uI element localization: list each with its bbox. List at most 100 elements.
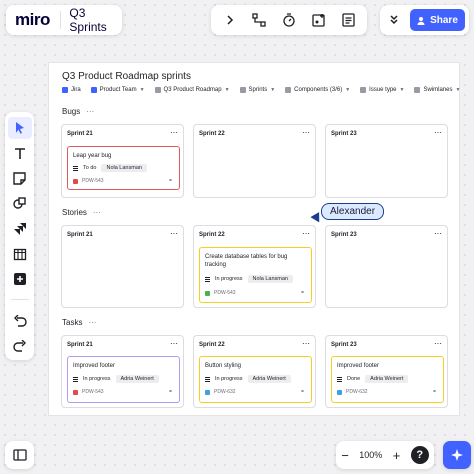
share-button[interactable]: Share: [410, 9, 465, 31]
chip-sprints[interactable]: Sprints ▼: [239, 87, 275, 93]
bug-icon: [73, 389, 78, 395]
card-assignee[interactable]: Nola Lansman: [101, 164, 147, 172]
link-icon[interactable]: ⚭: [432, 388, 437, 395]
undo-button[interactable]: [8, 310, 32, 332]
link-icon[interactable]: ⚭: [168, 177, 173, 184]
column-sprint-21[interactable]: Sprint 21 ⋯: [61, 225, 184, 308]
card-assignee[interactable]: Adria Weinert: [365, 375, 409, 383]
flow-icon[interactable]: [249, 10, 269, 30]
chevron-down-icon: ▼: [139, 87, 145, 93]
chip-components[interactable]: Components (3/6) ▼: [285, 87, 350, 93]
card-assignee[interactable]: Adria Weinert: [247, 375, 291, 383]
more-icon[interactable]: ⋯: [434, 128, 442, 137]
share-label: Share: [430, 14, 458, 26]
column-sprint-23[interactable]: Sprint 23 ⋯: [325, 124, 448, 198]
jira-icon: [62, 87, 68, 93]
board-title: Q3 Product Roadmap sprints: [62, 71, 191, 82]
sparkle-icon: [451, 449, 463, 461]
column-sprint-22[interactable]: Sprint 22 ⋯ Button styling In progress A…: [193, 335, 316, 408]
more-icon[interactable]: ⋯: [302, 229, 310, 238]
column-sprint-21[interactable]: Sprint 21 ⋯ Improved footer In progress …: [61, 335, 184, 408]
brand-bar: miro Q3 Sprints: [6, 5, 122, 35]
add-more-tool[interactable]: [8, 268, 32, 290]
card-status-row: In progress Nola Lansman: [205, 275, 293, 283]
chip-label: Product Team: [99, 87, 137, 93]
help-button[interactable]: ?: [410, 446, 429, 464]
sticky-note-icon: [13, 172, 26, 185]
card-status[interactable]: To do: [83, 165, 96, 171]
column-sprint-22[interactable]: Sprint 22 ⋯ Create database tables for b…: [193, 225, 316, 308]
more-icon[interactable]: ⋯: [302, 339, 310, 348]
card-key[interactable]: PDW-632: [214, 389, 236, 395]
more-icon[interactable]: ⋯: [170, 128, 178, 137]
card-status[interactable]: In progress: [215, 376, 243, 382]
more-icon[interactable]: ⋯: [93, 208, 101, 217]
components-icon: [285, 87, 292, 93]
column-sprint-23[interactable]: Sprint 23 ⋯ Improved footer Done Adria W…: [325, 335, 448, 408]
jira-card[interactable]: Button styling In progress Adria Weinert…: [199, 356, 312, 403]
ai-assistant-button[interactable]: [443, 441, 471, 469]
jira-card[interactable]: Improved footer Done Adria Weinert PDW-6…: [331, 356, 444, 403]
miro-logo[interactable]: miro: [6, 10, 60, 30]
chip-jira[interactable]: Jira: [62, 87, 81, 93]
link-icon[interactable]: ⚭: [300, 289, 305, 296]
zoom-level[interactable]: 100%: [359, 450, 382, 460]
zoom-in-button[interactable]: +: [393, 448, 401, 463]
double-chevron-down-icon[interactable]: [384, 10, 404, 30]
more-icon[interactable]: ⋯: [302, 128, 310, 137]
swimlane-title: Tasks: [62, 318, 83, 327]
chip-issue-type[interactable]: Issue type ▼: [360, 87, 404, 93]
chip-roadmap[interactable]: Q3 Product Roadmap ▼: [154, 87, 230, 93]
issue-type-icon: [360, 87, 367, 93]
text-tool[interactable]: [8, 142, 32, 164]
chip-team[interactable]: Product Team ▼: [90, 87, 145, 93]
card-key[interactable]: PDW-543: [82, 389, 104, 395]
board-name[interactable]: Q3 Sprints: [61, 6, 122, 34]
chip-label: Sprints: [248, 87, 268, 93]
column-sprint-23[interactable]: Sprint 23 ⋯: [325, 225, 448, 308]
card-key[interactable]: PDW-543: [82, 178, 104, 184]
select-tool[interactable]: [7, 117, 32, 140]
description-icon: [337, 376, 342, 382]
share-bar: Share: [380, 5, 469, 35]
column-sprint-22[interactable]: Sprint 22 ⋯: [193, 124, 316, 198]
card-assignee[interactable]: Nola Lansman: [247, 275, 293, 283]
more-icon[interactable]: ⋯: [170, 229, 178, 238]
timer-icon[interactable]: [279, 10, 299, 30]
sticky-note-tool[interactable]: [8, 167, 32, 189]
more-icon[interactable]: ⋯: [434, 339, 442, 348]
jira-board[interactable]: Q3 Product Roadmap sprints Jira Product …: [48, 62, 460, 416]
card-status[interactable]: In progress: [83, 376, 111, 382]
swimlane-bugs-label: Bugs ⋯: [62, 107, 94, 116]
zoom-out-button[interactable]: −: [341, 448, 349, 463]
sidebar-panel-icon: [12, 449, 27, 461]
task-icon: [337, 389, 342, 395]
more-icon[interactable]: ⋯: [434, 229, 442, 238]
swimlane-title: Bugs: [62, 107, 81, 116]
notes-icon[interactable]: [338, 10, 358, 30]
jira-card[interactable]: Improved footer In progress Adria Weiner…: [67, 356, 180, 403]
chevron-right-icon[interactable]: [220, 10, 240, 30]
jira-tool[interactable]: [8, 218, 32, 240]
card-assignee[interactable]: Adria Weinert: [115, 375, 159, 383]
shapes-tool[interactable]: [8, 192, 32, 214]
card-title: Leap year bug: [73, 153, 112, 159]
jira-card[interactable]: Leap year bug To do Nola Lansman PDW-543…: [67, 146, 180, 190]
jira-card[interactable]: Create database tables for bug tracking …: [199, 247, 312, 303]
board-panel-toggle[interactable]: [5, 441, 34, 469]
card-key[interactable]: PDW-632: [346, 389, 368, 395]
card-status[interactable]: In progress: [215, 276, 243, 282]
link-icon[interactable]: ⚭: [168, 388, 173, 395]
chip-swimlanes[interactable]: Swimlanes ▼: [414, 87, 460, 93]
more-icon[interactable]: ⋯: [88, 318, 96, 327]
redo-button[interactable]: [8, 335, 32, 357]
card-status[interactable]: Done: [347, 376, 360, 382]
column-sprint-21[interactable]: Sprint 21 ⋯ Leap year bug To do Nola Lan…: [61, 124, 184, 198]
more-icon[interactable]: ⋯: [170, 339, 178, 348]
reactions-icon[interactable]: [309, 10, 329, 30]
more-icon[interactable]: ⋯: [86, 107, 94, 116]
card-key[interactable]: PDW-543: [214, 290, 236, 296]
link-icon[interactable]: ⚭: [300, 388, 305, 395]
frame-tool[interactable]: [8, 243, 32, 265]
column-title: Sprint 21: [67, 131, 93, 137]
